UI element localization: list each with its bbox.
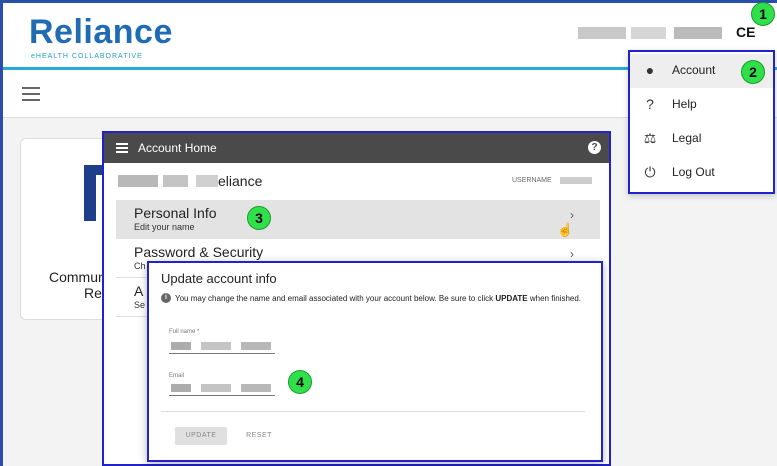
account-home-title: Account Home	[138, 141, 217, 155]
logo-subtitle: eHEALTH COLLABORATIVE	[31, 53, 143, 60]
row-personal-info[interactable]: Personal Info Edit your name ›	[116, 200, 600, 239]
username-redacted	[560, 177, 592, 184]
update-account-dialog: Update account info i You may change the…	[147, 261, 603, 462]
reset-button[interactable]: RESET	[239, 427, 279, 445]
annotation-badge-3: 3	[247, 206, 271, 230]
dialog-message: You may change the name and email associ…	[175, 294, 582, 303]
user-name-redacted[interactable]	[578, 27, 738, 39]
row-title: Password & Security	[134, 244, 264, 260]
email-input[interactable]	[169, 381, 275, 396]
hamburger-menu-icon[interactable]	[22, 87, 40, 101]
row-title: A	[134, 283, 144, 299]
row-subtitle: Ch	[134, 261, 146, 271]
hand-cursor-icon: ☝	[557, 222, 574, 237]
dialog-divider	[161, 411, 585, 412]
row-title: Personal Info	[134, 205, 217, 221]
full-name-input[interactable]	[169, 339, 275, 354]
account-circle-icon: ●	[645, 62, 655, 78]
chevron-right-icon: ›	[570, 208, 574, 222]
account-name-suffix: eliance	[218, 173, 263, 189]
help-icon: ?	[646, 96, 654, 112]
user-name-suffix[interactable]: CE	[736, 24, 755, 40]
account-name-redacted	[118, 175, 218, 187]
dialog-title: Update account info	[161, 271, 277, 286]
menu-item-label: Legal	[672, 131, 702, 145]
email-label: Email	[169, 373, 185, 379]
menu-item-label: Account	[672, 63, 716, 77]
row-subtitle: Edit your name	[134, 222, 195, 232]
annotation-badge-2: 2	[741, 60, 765, 84]
card-title-line2: Re	[84, 285, 102, 301]
account-home-titlebar: Account Home ?	[104, 133, 609, 163]
username-label: USERNAME	[512, 177, 552, 184]
row-subtitle: Se	[134, 300, 146, 310]
full-name-value-redacted	[171, 342, 271, 350]
menu-item-label: Log Out	[672, 165, 715, 179]
menu-item-legal[interactable]: ⚖ Legal	[630, 122, 773, 156]
account-menu-icon[interactable]	[116, 143, 128, 153]
menu-item-help[interactable]: ? Help	[630, 88, 773, 122]
gavel-icon: ⚖	[643, 130, 657, 146]
card-title-line1: Commun	[49, 269, 106, 285]
menu-item-label: Help	[672, 97, 697, 111]
update-button[interactable]: UPDATE	[175, 427, 227, 445]
help-circle-icon[interactable]: ?	[588, 141, 601, 154]
reliance-logo[interactable]: Reliance	[29, 13, 173, 52]
annotation-badge-1: 1	[751, 2, 775, 26]
annotation-badge-4: 4	[288, 370, 312, 394]
chevron-right-icon: ›	[570, 247, 574, 261]
email-value-redacted	[171, 384, 271, 392]
menu-item-logout[interactable]: ⏻ Log Out	[630, 156, 773, 190]
power-icon: ⏻	[644, 164, 656, 180]
full-name-label: Full name *	[169, 329, 200, 335]
